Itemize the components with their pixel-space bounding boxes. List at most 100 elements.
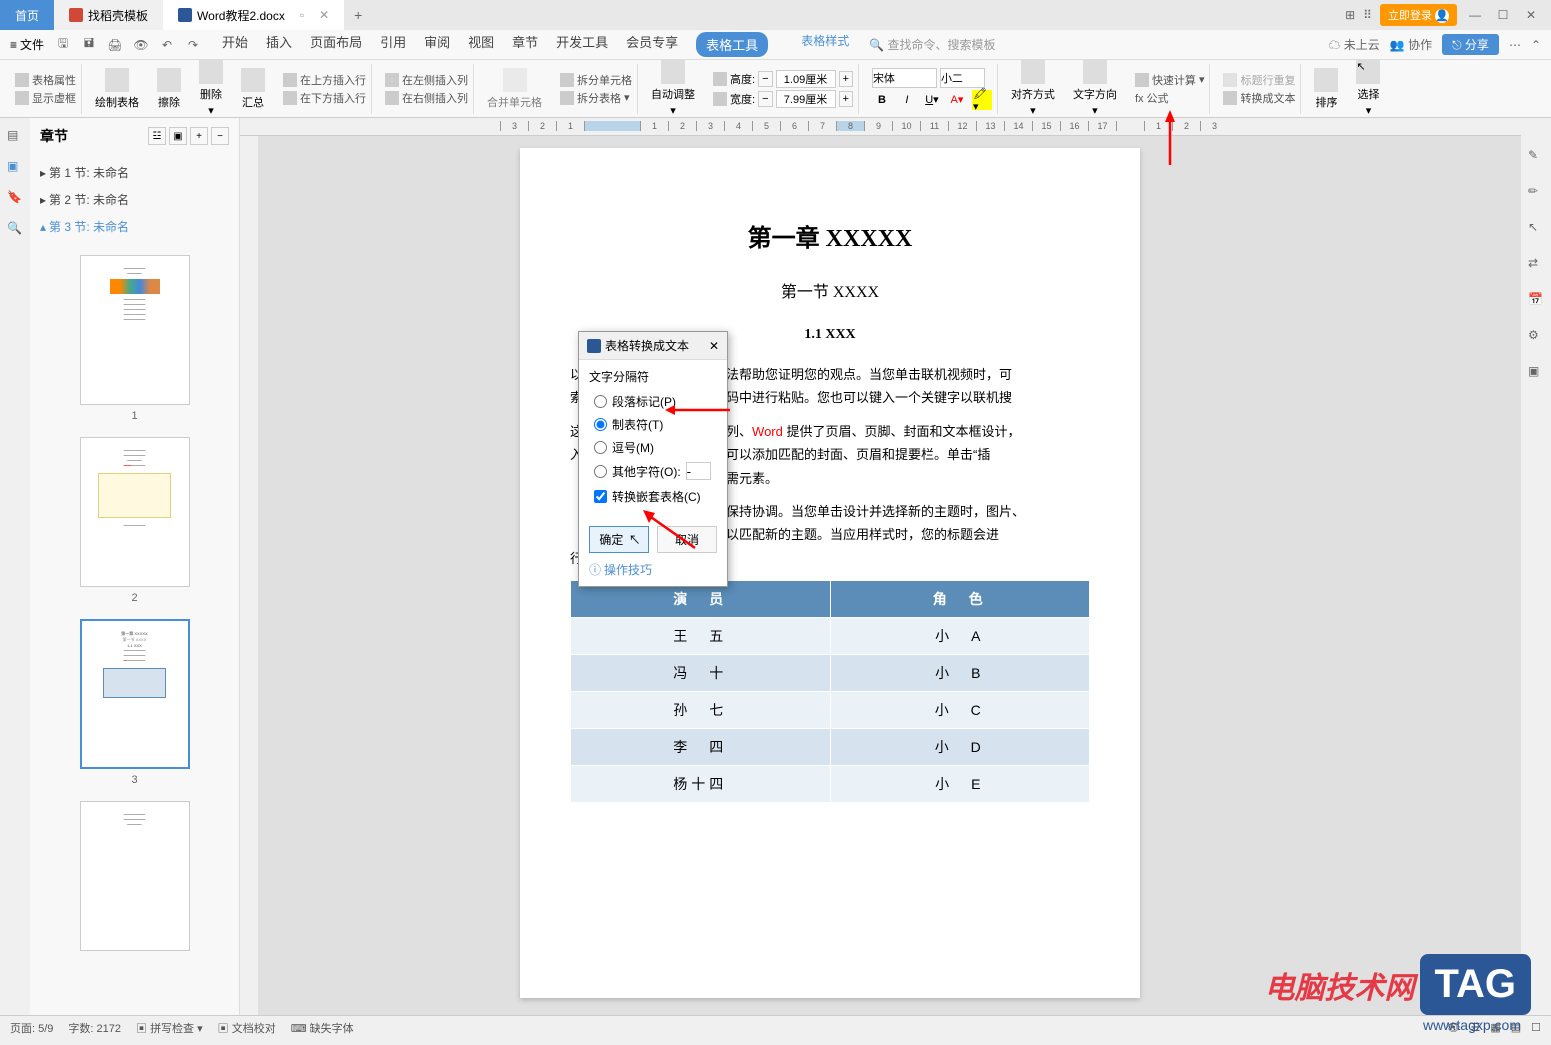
tab-home[interactable]: 首页 xyxy=(0,0,54,30)
cancel-button[interactable]: 取消 xyxy=(657,526,717,553)
page-status[interactable]: 页面: 5/9 xyxy=(10,1020,53,1036)
menu-table-tools[interactable]: 表格工具 xyxy=(696,32,768,57)
merge-cells-button[interactable]: 合并单元格 xyxy=(482,68,547,110)
tool-icon-2[interactable]: ✏ xyxy=(1528,184,1544,200)
tool-icon-5[interactable]: 📅 xyxy=(1528,292,1544,308)
height-field[interactable]: 高度: −+ xyxy=(713,70,853,88)
sort-button[interactable]: 排序 xyxy=(1309,68,1343,110)
menu-review[interactable]: 审阅 xyxy=(424,32,450,57)
summary-button[interactable]: 汇总 xyxy=(236,68,270,110)
tool-icon-3[interactable]: ↖ xyxy=(1528,220,1544,236)
menu-chapter[interactable]: 章节 xyxy=(512,32,538,57)
save-as-icon[interactable]: 🖬 xyxy=(80,36,98,54)
thumb-page-4[interactable]: ━━━━━━━━━━━━━━━━━━━━━━━━ xyxy=(80,801,190,951)
option-tab[interactable]: 制表符(T) xyxy=(589,413,717,436)
horizontal-ruler[interactable]: 321 123 456 789 101112 131415 1617 123 xyxy=(240,118,1521,136)
grid-icon[interactable]: ⊞ xyxy=(1345,8,1355,22)
table-cell[interactable]: 小 B xyxy=(830,655,1090,692)
nested-checkbox[interactable]: 转换嵌套表格(C) xyxy=(589,483,717,510)
convert-text-button[interactable]: 转换成文本 xyxy=(1223,90,1295,106)
nav-section-3[interactable]: ▴ 第 3 节: 未命名 xyxy=(40,213,229,240)
tool-icon-1[interactable]: ✎ xyxy=(1528,148,1544,164)
highlight-button[interactable]: 🖍▾ xyxy=(972,90,992,110)
auto-adjust-button[interactable]: 自动调整▾ xyxy=(646,60,700,117)
redo-icon[interactable]: ↷ xyxy=(184,36,202,54)
cloud-status[interactable]: ☁ 未上云 xyxy=(1328,36,1379,53)
split-table-button[interactable]: 拆分表格▾ xyxy=(560,90,632,106)
font-size-select[interactable] xyxy=(940,68,985,88)
nav-section-1[interactable]: ▸ 第 1 节: 未命名 xyxy=(40,159,229,186)
tool-icon-4[interactable]: ⇄ xyxy=(1528,256,1544,272)
italic-button[interactable]: I xyxy=(897,90,917,110)
select-button[interactable]: ↖选择▾ xyxy=(1351,60,1385,117)
delete-button[interactable]: 删除▾ xyxy=(194,60,228,117)
ok-button[interactable]: 确定 ↖ xyxy=(589,526,649,553)
table-cell[interactable]: 李 四 xyxy=(571,729,831,766)
tool-icon-6[interactable]: ⚙ xyxy=(1528,328,1544,344)
option-comma[interactable]: 逗号(M) xyxy=(589,436,717,459)
tab-template[interactable]: 找稻壳模板 xyxy=(54,0,163,30)
tips-link[interactable]: ⓘ 操作技巧 xyxy=(579,556,727,586)
nav-section-2[interactable]: ▸ 第 2 节: 未命名 xyxy=(40,186,229,213)
thumb-page-1[interactable]: ━━━━━━━━━━━━━━━━━━━━━━━━━━━━━━━━━━━━━━━━… xyxy=(80,255,190,405)
insert-below-button[interactable]: 在下方插入行 xyxy=(283,90,366,106)
height-input[interactable] xyxy=(776,70,836,88)
word-count[interactable]: 字数: 2172 xyxy=(68,1020,121,1036)
align-button[interactable]: 对齐方式▾ xyxy=(1006,60,1060,117)
tab-close-icon[interactable]: ✕ xyxy=(319,8,329,22)
table-cell[interactable]: 小 D xyxy=(830,729,1090,766)
formula-button[interactable]: fx 公式 xyxy=(1135,90,1205,106)
dialog-titlebar[interactable]: 表格转换成文本 ✕ xyxy=(579,332,727,360)
underline-button[interactable]: U▾ xyxy=(922,90,942,110)
table-cell[interactable]: 冯 十 xyxy=(571,655,831,692)
table-cell[interactable]: 小 E xyxy=(830,766,1090,803)
undo-icon[interactable]: ↶ xyxy=(158,36,176,54)
other-char-input[interactable] xyxy=(686,462,711,480)
nav-btn-remove[interactable]: − xyxy=(211,127,229,145)
vertical-ruler[interactable] xyxy=(240,136,258,1015)
search-icon[interactable]: 🔍 xyxy=(7,221,23,237)
table-cell[interactable]: 王 五 xyxy=(571,618,831,655)
bookmark-icon[interactable]: 🔖 xyxy=(7,190,23,206)
nav-btn-add[interactable]: + xyxy=(190,127,208,145)
save-icon[interactable]: 🖫 xyxy=(54,36,72,54)
font-color-button[interactable]: A▾ xyxy=(947,90,967,110)
draw-table-button[interactable]: 绘制表格 xyxy=(90,68,144,110)
split-cells-button[interactable]: 拆分单元格 xyxy=(560,72,632,88)
menu-table-style[interactable]: 表格样式 xyxy=(801,32,849,57)
more-icon[interactable]: ⋯ xyxy=(1509,38,1521,52)
font-name-select[interactable] xyxy=(872,68,937,88)
spell-check[interactable]: ▣ 拼写检查 ▾ xyxy=(136,1020,203,1036)
text-dir-button[interactable]: 文字方向▾ xyxy=(1068,60,1122,117)
apps-icon[interactable]: ⠿ xyxy=(1363,8,1372,22)
insert-above-button[interactable]: 在上方插入行 xyxy=(283,72,366,88)
search-input[interactable]: 🔍 查找命令、搜索模板 xyxy=(869,36,995,53)
thumb-page-3[interactable]: 第一章 XXXXX第一节 XXXX1.1 XXX━━━━━━━━━━━━━━━━… xyxy=(80,619,190,769)
option-other[interactable]: 其他字符(O): xyxy=(589,459,717,483)
nav-btn-1[interactable]: ☳ xyxy=(148,127,166,145)
table-cell[interactable]: 小 A xyxy=(830,618,1090,655)
minimize-button[interactable]: — xyxy=(1465,8,1485,22)
menu-insert[interactable]: 插入 xyxy=(266,32,292,57)
file-menu[interactable]: ≡ 文件 xyxy=(10,36,44,53)
login-button[interactable]: 立即登录 👤 xyxy=(1380,4,1457,26)
menu-view[interactable]: 视图 xyxy=(468,32,494,57)
width-field[interactable]: 宽度: −+ xyxy=(713,90,853,108)
menu-layout[interactable]: 页面布局 xyxy=(310,32,362,57)
tab-add-button[interactable]: + xyxy=(344,7,372,23)
insert-left-button[interactable]: 在左侧插入列 xyxy=(385,72,468,88)
view-mode-5[interactable]: ☐ xyxy=(1531,1021,1541,1034)
menu-start[interactable]: 开始 xyxy=(222,32,248,57)
bold-button[interactable]: B xyxy=(872,90,892,110)
share-button[interactable]: ⎋ 分享 xyxy=(1442,34,1499,55)
outline-icon[interactable]: ▤ xyxy=(7,128,23,144)
dialog-close-button[interactable]: ✕ xyxy=(709,339,719,353)
menu-dev[interactable]: 开发工具 xyxy=(556,32,608,57)
nav-btn-2[interactable]: ▣ xyxy=(169,127,187,145)
tab-options-icon[interactable]: ▫ xyxy=(300,8,304,22)
tab-document[interactable]: Word教程2.docx ▫ ✕ xyxy=(163,0,344,30)
sections-icon[interactable]: ▣ xyxy=(7,159,23,175)
close-window-button[interactable]: ✕ xyxy=(1521,8,1541,22)
collab-button[interactable]: 👥 协作 xyxy=(1390,36,1432,53)
insert-right-button[interactable]: 在右侧插入列 xyxy=(385,90,468,106)
